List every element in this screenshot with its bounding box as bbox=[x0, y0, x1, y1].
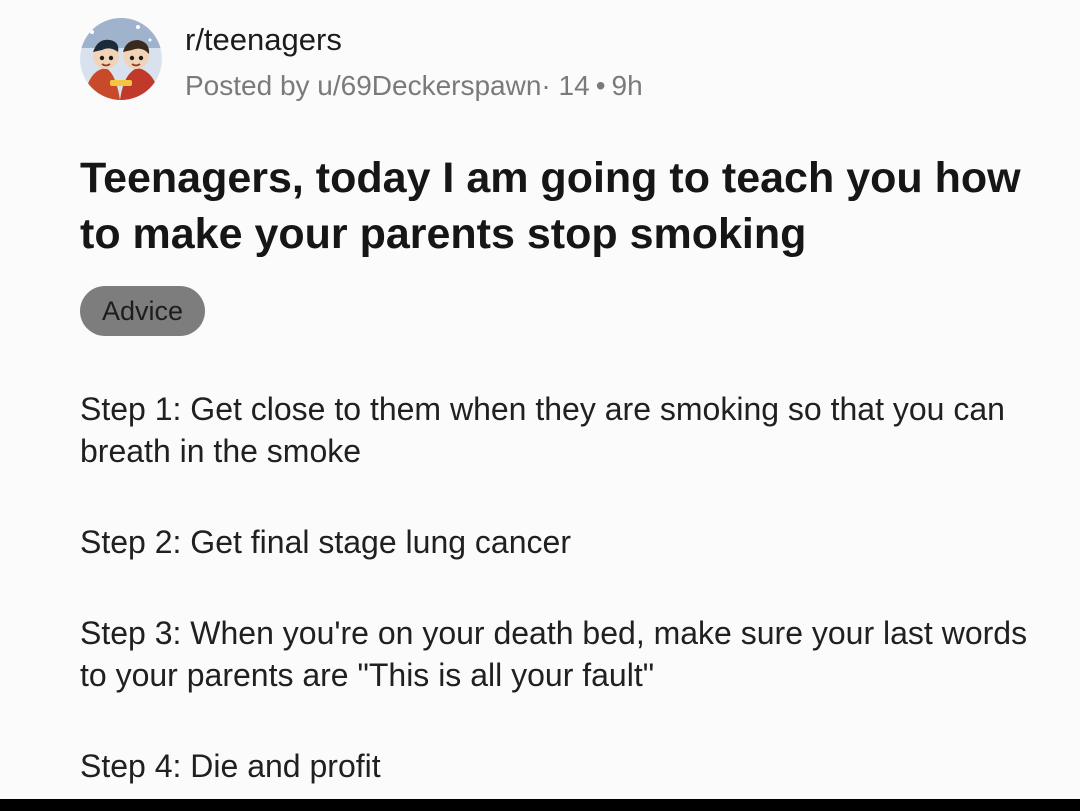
post-step-3: Step 3: When you're on your death bed, m… bbox=[80, 615, 1028, 693]
post-card: r/teenagers Posted by u/69Deckerspawn· 1… bbox=[0, 0, 1080, 799]
post-flair-badge[interactable]: Advice bbox=[80, 286, 206, 336]
post-step-1: Step 1: Get close to them when they are … bbox=[80, 391, 1005, 469]
post-age: 9h bbox=[611, 70, 643, 101]
subreddit-avatar-icon[interactable] bbox=[80, 18, 162, 100]
subreddit-name[interactable]: r/teenagers bbox=[185, 22, 342, 58]
post-meta: Posted by u/69Deckerspawn· 14 • 9h bbox=[185, 70, 643, 102]
user-flair-number: 14 bbox=[558, 70, 590, 101]
posted-by[interactable]: Posted by u/69Deckerspawn· bbox=[185, 70, 551, 101]
meta-separator: • bbox=[595, 70, 606, 101]
post-body: Step 1: Get close to them when they are … bbox=[80, 388, 1060, 799]
post-title[interactable]: Teenagers, today I am going to teach you… bbox=[80, 150, 1040, 262]
post-step-2: Step 2: Get final stage lung cancer bbox=[80, 524, 571, 560]
post-step-4: Step 4: Die and profit bbox=[80, 748, 381, 784]
